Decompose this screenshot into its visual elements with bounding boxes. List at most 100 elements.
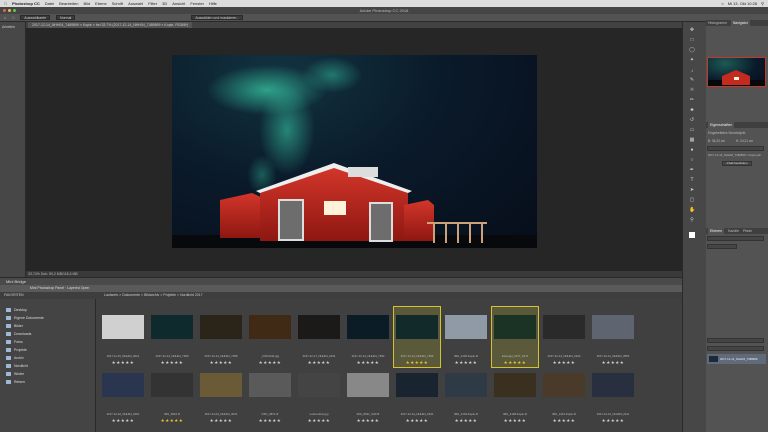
tab-histogram[interactable]: Histogramm bbox=[708, 20, 727, 26]
menu-item-filter[interactable]: Filter bbox=[148, 1, 157, 6]
tab-layers[interactable]: Ebenen bbox=[708, 228, 725, 234]
blend-mode-select[interactable] bbox=[707, 244, 737, 249]
quick-select-icon[interactable]: ✦ bbox=[689, 58, 695, 63]
shape-tool-icon[interactable]: ▢ bbox=[689, 198, 695, 203]
thumbnail-item[interactable]: 2017-12-22_NHH04_0001 ★★★★★ bbox=[100, 365, 146, 425]
thumbnail-item[interactable]: 2017-11-04_NHH04_0031 ★★★★★ bbox=[198, 365, 244, 425]
menu-item-schrift[interactable]: Schrift bbox=[112, 1, 123, 6]
tab-paths[interactable]: Pfade bbox=[743, 228, 752, 234]
option-tool[interactable]: Auswahlkante bbox=[20, 15, 51, 20]
zoom-tool-icon[interactable]: ⚲ bbox=[689, 218, 695, 223]
rating-stars[interactable]: ★★★★★ bbox=[541, 418, 587, 424]
bridge-title[interactable]: Mini Bridge bbox=[6, 279, 26, 284]
thumbnail-item[interactable]: 2017-10-11_NHH04_0553 ★★★★★ bbox=[590, 307, 636, 367]
foreground-color-swatch[interactable] bbox=[689, 232, 695, 238]
thumbnail-item[interactable]: IMG_4108-Kopie.tif ★★★★★ bbox=[492, 365, 538, 425]
thumbnail-item[interactable]: 2017-12-14_NHH04_7489 ★★★★★ bbox=[393, 306, 441, 368]
breadcrumb[interactable]: Laufwerk > Dokumente > Bildarchiv > Proj… bbox=[104, 292, 203, 299]
search-icon[interactable]: ⚲ bbox=[761, 1, 764, 6]
navigator-thumbnail[interactable] bbox=[707, 57, 766, 87]
rating-stars[interactable]: ★★★★★ bbox=[149, 418, 195, 424]
rating-stars[interactable]: ★★★★★ bbox=[198, 418, 244, 424]
layer-filter-field[interactable] bbox=[707, 236, 764, 241]
dodge-tool-icon[interactable]: ○ bbox=[689, 158, 695, 163]
option-mode[interactable]: Normal bbox=[56, 15, 76, 20]
tab-channels[interactable]: Kanäle bbox=[728, 228, 739, 234]
move-tool-icon[interactable]: ✥ bbox=[689, 28, 695, 33]
workspace-label[interactable]: Arbeiten bbox=[2, 25, 15, 29]
type-tool-icon[interactable]: T bbox=[689, 178, 695, 183]
adjustment-field[interactable] bbox=[707, 338, 764, 343]
close-window-button[interactable] bbox=[3, 9, 6, 12]
thumbnail-item[interactable]: IMG_6516.tif ★★★★★ bbox=[149, 365, 195, 425]
favorite-item[interactable]: Bilder bbox=[6, 324, 23, 328]
thumbnail-item[interactable]: 2017-12-14_NHH04_0041 ★★★★★ bbox=[394, 365, 440, 425]
menu-item-datei[interactable]: Datei bbox=[45, 1, 54, 6]
gradient-tool-icon[interactable]: ▦ bbox=[689, 138, 695, 143]
path-select-icon[interactable]: ➤ bbox=[689, 188, 695, 193]
thumbnail-item[interactable]: 2017-12-14_NHH04_0111 ★★★★★ bbox=[590, 365, 636, 425]
thumbnail-item[interactable]: Lokomotive.jpg ★★★★★ bbox=[296, 365, 342, 425]
lasso-tool-icon[interactable]: ◯ bbox=[689, 48, 695, 53]
menu-app-name[interactable]: Photoshop CC bbox=[12, 1, 40, 6]
edit-contents-button[interactable]: Inhalt bearbeiten bbox=[722, 161, 752, 166]
wifi-icon[interactable]: ≈ bbox=[722, 1, 724, 6]
thumbnail-item[interactable]: 2017-12-14_NHH04_7488 ★★★★★ bbox=[198, 307, 244, 367]
thumbnail-item[interactable]: 2017-11-15_NHH04_0021 ★★★★★ bbox=[100, 307, 146, 367]
thumbnail-item[interactable]: IMG_8031_S/W.tif ★★★★★ bbox=[345, 365, 391, 425]
hand-tool-icon[interactable]: ✋ bbox=[689, 208, 695, 213]
rating-stars[interactable]: ★★★★★ bbox=[345, 418, 391, 424]
zoom-window-button[interactable] bbox=[13, 9, 16, 12]
document-image[interactable] bbox=[172, 55, 537, 248]
tab-navigator[interactable]: Navigator bbox=[730, 20, 750, 26]
home-icon[interactable]: ⌂ bbox=[4, 16, 6, 20]
apple-icon[interactable]:  bbox=[4, 1, 7, 6]
stamp-tool-icon[interactable]: ♣ bbox=[689, 108, 695, 113]
favorite-item[interactable]: Downloads bbox=[6, 332, 31, 336]
menu-item-bearbeiten[interactable]: Bearbeiten bbox=[59, 1, 78, 6]
thumbnail-item[interactable]: IMG_4104-Kopie.tif ★★★★★ bbox=[443, 365, 489, 425]
minimize-window-button[interactable] bbox=[8, 9, 11, 12]
thumbnail-item[interactable]: 2017-12-17_NHH04_0431 ★★★★★ bbox=[296, 307, 342, 367]
eyedropper-icon[interactable]: ✎ bbox=[689, 78, 695, 83]
rating-stars[interactable]: ★★★★★ bbox=[590, 418, 636, 424]
thumbnail-item[interactable]: 2017-12-14_NHH04_7482 ★★★★★ bbox=[345, 307, 391, 367]
menu-item-ansicht[interactable]: Ansicht bbox=[172, 1, 185, 6]
menu-item-hilfe[interactable]: Hilfe bbox=[209, 1, 217, 6]
height-value[interactable]: H: 24,21 cm bbox=[736, 139, 753, 143]
favorite-item[interactable]: Desktop bbox=[6, 308, 27, 312]
favorite-item[interactable]: Archiv bbox=[6, 356, 24, 360]
thumbnail-item[interactable]: 2017-12-14_NHH04_7489 ★★★★★ bbox=[149, 307, 195, 367]
favorite-item[interactable]: Nordlicht bbox=[6, 364, 28, 368]
thumbnail-item[interactable]: DSC_0871.tif ★★★★★ bbox=[247, 365, 293, 425]
opacity-field[interactable] bbox=[707, 346, 764, 351]
rating-stars[interactable]: ★★★★★ bbox=[443, 418, 489, 424]
favorite-item[interactable]: Fotos bbox=[6, 340, 23, 344]
marquee-tool-icon[interactable]: □ bbox=[12, 16, 14, 20]
rating-stars[interactable]: ★★★★★ bbox=[100, 418, 146, 424]
bridge-bar-label[interactable]: Mini Photoshop Panel · Layered Open bbox=[30, 286, 89, 290]
brush-tool-icon[interactable]: ✏ bbox=[689, 98, 695, 103]
menu-item-bild[interactable]: Bild bbox=[83, 1, 90, 6]
menu-item-fenster[interactable]: Fenster bbox=[190, 1, 204, 6]
position-field[interactable] bbox=[707, 146, 764, 151]
menu-item-ebene[interactable]: Ebene bbox=[95, 1, 107, 6]
menu-item-3d[interactable]: 3D bbox=[162, 1, 167, 6]
history-brush-icon[interactable]: ↺ bbox=[689, 118, 695, 123]
menubar-clock[interactable]: Mi 13. Okt 10:26 bbox=[728, 1, 757, 6]
menu-item-auswahl[interactable]: Auswahl bbox=[128, 1, 143, 6]
favorite-item[interactable]: Reisen bbox=[6, 380, 25, 384]
thumbnail-item[interactable]: IMG_4113-Kopie.tif ★★★★★ bbox=[541, 365, 587, 425]
thumbnail-item[interactable]: Eisvogel_2017_03.tif ★★★★★ bbox=[491, 306, 539, 368]
rating-stars[interactable]: ★★★★★ bbox=[296, 418, 342, 424]
healing-brush-icon[interactable]: ⚛ bbox=[689, 88, 695, 93]
thumbnail-item[interactable]: _DSC4411.jpg ★★★★★ bbox=[247, 307, 293, 367]
rating-stars[interactable]: ★★★★★ bbox=[394, 418, 440, 424]
rating-stars[interactable]: ★★★★★ bbox=[492, 418, 538, 424]
crop-tool-icon[interactable]: ⌟ bbox=[689, 68, 695, 73]
thumbnail-item[interactable]: 2017-12-14_NHH04_0102 ★★★★★ bbox=[541, 307, 587, 367]
rating-stars[interactable]: ★★★★★ bbox=[247, 418, 293, 424]
select-mask-button[interactable]: Auswählen und maskieren... bbox=[191, 15, 244, 20]
favorite-item[interactable]: Eigene Dokumente bbox=[6, 316, 44, 320]
marquee-tool-icon[interactable]: □ bbox=[689, 38, 695, 43]
